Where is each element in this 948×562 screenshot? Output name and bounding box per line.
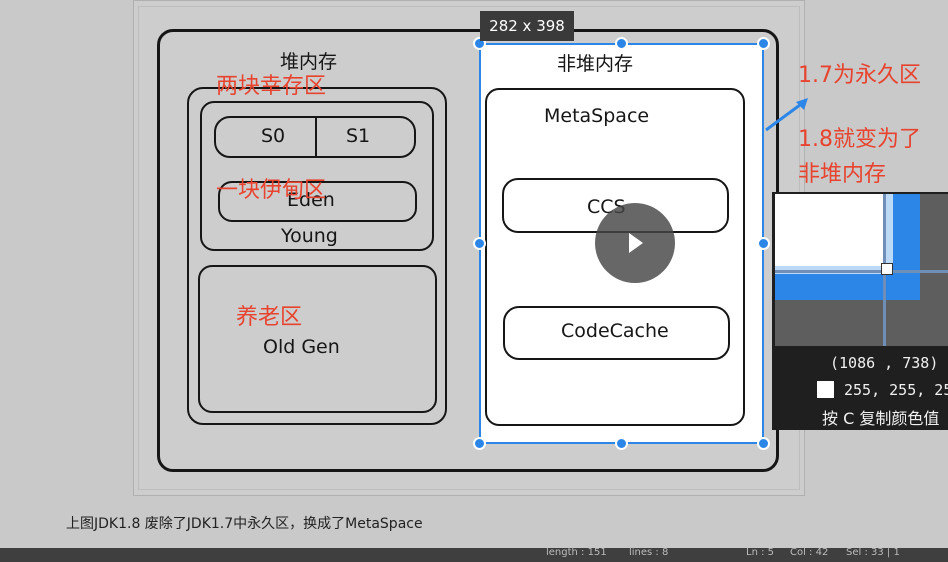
play-icon xyxy=(629,233,643,253)
survivor-divider xyxy=(315,116,317,158)
annotation-old-area: 养老区 xyxy=(236,305,303,330)
annotation-permgen-note-2b: 非堆内存 xyxy=(798,162,887,187)
resize-handle-bottom-right[interactable] xyxy=(757,437,770,450)
selection-size-badge: 282 x 398 xyxy=(480,11,574,41)
resize-handle-left[interactable] xyxy=(473,237,486,250)
old-gen-label: Old Gen xyxy=(263,336,340,358)
annotation-one-eden: 一块伊甸区 xyxy=(216,178,327,203)
status-col: Col : 42 xyxy=(790,547,829,558)
magnifier-hint: 按 C 复制颜色值 xyxy=(822,409,940,428)
status-length: length : 151 xyxy=(546,547,607,558)
status-lines: lines : 8 xyxy=(629,547,669,558)
resize-handle-top-right[interactable] xyxy=(757,37,770,50)
status-sel: Sel : 33 | 1 xyxy=(846,547,900,558)
video-play-button[interactable] xyxy=(595,203,675,283)
s0-label: S0 xyxy=(261,125,286,147)
magnifier-coords: (1086 , 738) xyxy=(830,354,939,372)
annotation-permgen-note-1: 1.7为永久区 xyxy=(798,63,921,88)
status-ln: Ln : 5 xyxy=(746,547,774,558)
color-swatch xyxy=(817,381,834,398)
young-label: Young xyxy=(281,225,338,247)
resize-handle-top[interactable] xyxy=(615,37,628,50)
figure-caption: 上图JDK1.8 废除了JDK1.7中永久区，换成了MetaSpace xyxy=(66,516,423,532)
magnifier-rgb: 255, 255, 25 xyxy=(844,381,948,399)
s1-label: S1 xyxy=(346,125,371,147)
resize-handle-right[interactable] xyxy=(757,237,770,250)
annotation-two-survivor: 两块幸存区 xyxy=(216,74,327,99)
magnifier-view xyxy=(775,194,948,346)
crosshair-center xyxy=(881,263,893,275)
annotation-permgen-note-2a: 1.8就变为了 xyxy=(798,127,921,152)
resize-handle-bottom[interactable] xyxy=(615,437,628,450)
resize-handle-bottom-left[interactable] xyxy=(473,437,486,450)
